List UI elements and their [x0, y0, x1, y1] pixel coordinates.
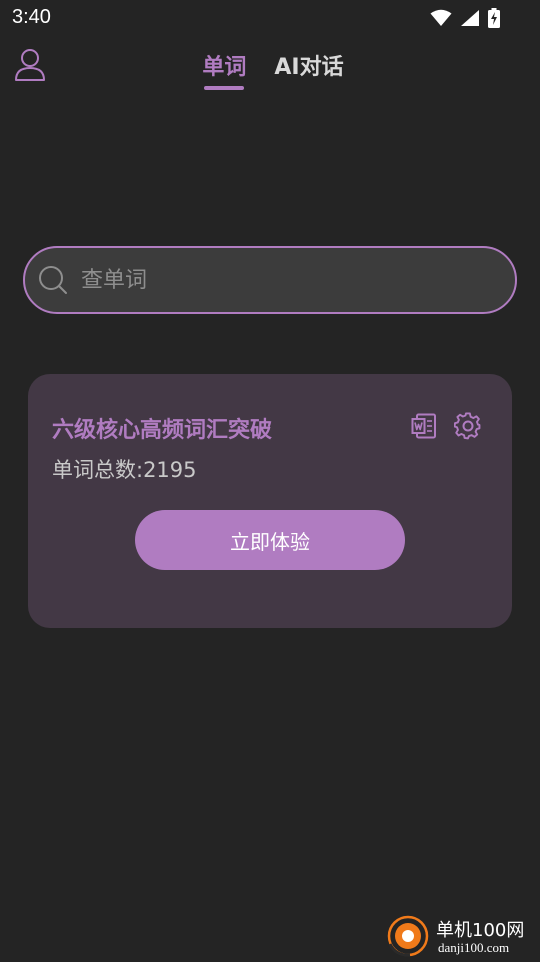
header: 单词 AI对话 — [0, 40, 540, 96]
status-bar: 3:40 — [0, 0, 540, 36]
search-bar[interactable] — [23, 246, 517, 314]
search-icon — [37, 264, 69, 296]
tab-ai-chat[interactable]: AI对话 — [274, 40, 343, 90]
word-count: 单词总数:2195 — [52, 458, 197, 482]
start-now-button[interactable]: 立即体验 — [135, 510, 405, 570]
wordbook-title: 六级核心高频词汇突破 — [52, 418, 273, 443]
status-icons — [430, 8, 500, 28]
watermark-site-url: danji100.com — [438, 940, 510, 955]
danji100-logo — [386, 914, 430, 958]
wordbook-card: 六级核心高频词汇突破 单词总数:2195 立即体验 — [28, 374, 512, 628]
search-input[interactable] — [79, 259, 515, 301]
wordbook-actions — [410, 412, 482, 440]
wifi-icon — [430, 9, 452, 27]
battery-charging-icon — [488, 8, 500, 28]
site-watermark: 单机100网 danji100.com — [386, 914, 536, 958]
tab-ai-chat-label: AI对话 — [274, 55, 344, 80]
settings-gear-icon[interactable] — [454, 412, 482, 440]
status-time: 3:40 — [12, 6, 51, 28]
cellular-signal-icon — [460, 9, 480, 27]
top-tabs: 单词 AI对话 — [0, 40, 540, 90]
tab-words[interactable]: 单词 — [202, 40, 246, 90]
tab-words-label: 单词 — [202, 55, 247, 80]
word-document-icon[interactable] — [410, 412, 438, 440]
active-tab-indicator — [204, 86, 245, 90]
watermark-site-name: 单机100网 — [436, 920, 525, 941]
